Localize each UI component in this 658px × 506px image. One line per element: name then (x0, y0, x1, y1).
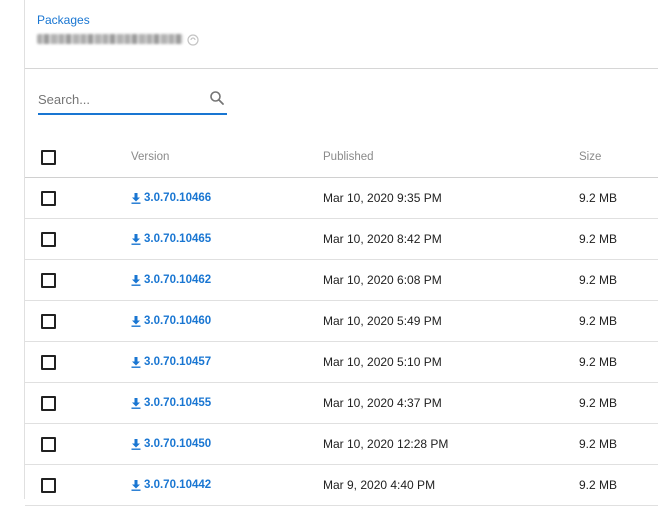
version-cell: 3.0.70.10442 (131, 465, 211, 505)
download-icon (131, 274, 141, 286)
download-icon (131, 479, 141, 491)
column-header-version[interactable]: Version (131, 136, 169, 177)
row-checkbox[interactable] (41, 478, 56, 493)
package-title (37, 32, 199, 46)
download-icon (131, 233, 141, 245)
table-row: 3.0.70.10455 Mar 10, 2020 4:37 PM 9.2 MB (25, 383, 658, 424)
version-label: 3.0.70.10442 (144, 479, 212, 491)
version-cell: 3.0.70.10466 (131, 178, 211, 218)
published-cell: Mar 10, 2020 5:10 PM (323, 355, 442, 369)
package-name-blurred (37, 34, 183, 44)
table-row: 3.0.70.10450 Mar 10, 2020 12:28 PM 9.2 MB (25, 424, 658, 465)
size-cell: 9.2 MB (579, 478, 618, 492)
version-cell: 3.0.70.10457 (131, 342, 211, 382)
page-header: Packages (25, 0, 658, 69)
published-cell: Mar 10, 2020 12:28 PM (323, 437, 449, 451)
version-cell: 3.0.70.10462 (131, 260, 211, 300)
version-download-link[interactable]: 3.0.70.10455 (131, 397, 211, 409)
search-icon[interactable] (209, 90, 225, 106)
version-label: 3.0.70.10455 (144, 397, 212, 409)
search-field[interactable] (38, 84, 227, 115)
column-header-size[interactable]: Size (579, 136, 601, 177)
size-cell: 9.2 MB (579, 273, 618, 287)
version-download-link[interactable]: 3.0.70.10460 (131, 315, 211, 327)
table-row: 3.0.70.10460 Mar 10, 2020 5:49 PM 9.2 MB (25, 301, 658, 342)
published-cell: Mar 10, 2020 9:35 PM (323, 191, 442, 205)
version-cell: 3.0.70.10460 (131, 301, 211, 341)
size-cell: 9.2 MB (579, 191, 618, 205)
table-row: 3.0.70.10457 Mar 10, 2020 5:10 PM 9.2 MB (25, 342, 658, 383)
version-cell: 3.0.70.10450 (131, 424, 211, 464)
version-label: 3.0.70.10465 (144, 233, 212, 245)
version-label: 3.0.70.10457 (144, 356, 212, 368)
version-download-link[interactable]: 3.0.70.10465 (131, 233, 211, 245)
published-cell: Mar 10, 2020 5:49 PM (323, 314, 442, 328)
size-cell: 9.2 MB (579, 355, 618, 369)
version-download-link[interactable]: 3.0.70.10450 (131, 438, 211, 450)
download-icon (131, 315, 141, 327)
select-all-checkbox[interactable] (41, 149, 56, 165)
row-checkbox[interactable] (41, 191, 56, 206)
row-checkbox[interactable] (41, 355, 56, 370)
published-cell: Mar 10, 2020 6:08 PM (323, 273, 442, 287)
table-row: 3.0.70.10465 Mar 10, 2020 8:42 PM 9.2 MB (25, 219, 658, 260)
row-checkbox[interactable] (41, 232, 56, 247)
version-download-link[interactable]: 3.0.70.10466 (131, 192, 211, 204)
published-cell: Mar 10, 2020 8:42 PM (323, 232, 442, 246)
size-cell: 9.2 MB (579, 396, 618, 410)
version-cell: 3.0.70.10465 (131, 219, 211, 259)
version-cell: 3.0.70.10455 (131, 383, 211, 423)
row-checkbox[interactable] (41, 396, 56, 411)
breadcrumb-packages[interactable]: Packages (37, 13, 90, 27)
version-download-link[interactable]: 3.0.70.10457 (131, 356, 211, 368)
table-header-row: Version Published Size (25, 136, 658, 178)
row-checkbox[interactable] (41, 273, 56, 288)
copy-icon[interactable] (187, 33, 199, 46)
download-icon (131, 438, 141, 450)
table-row: 3.0.70.10466 Mar 10, 2020 9:35 PM 9.2 MB (25, 178, 658, 219)
size-cell: 9.2 MB (579, 314, 618, 328)
download-icon (131, 192, 141, 204)
column-header-published[interactable]: Published (323, 136, 374, 177)
version-label: 3.0.70.10462 (144, 274, 212, 286)
size-cell: 9.2 MB (579, 232, 618, 246)
table-row: 3.0.70.10462 Mar 10, 2020 6:08 PM 9.2 MB (25, 260, 658, 301)
download-icon (131, 397, 141, 409)
row-checkbox[interactable] (41, 437, 56, 452)
size-cell: 9.2 MB (579, 437, 618, 451)
download-icon (131, 356, 141, 368)
version-download-link[interactable]: 3.0.70.10442 (131, 479, 211, 491)
version-label: 3.0.70.10466 (144, 192, 212, 204)
row-checkbox[interactable] (41, 314, 56, 329)
published-cell: Mar 9, 2020 4:40 PM (323, 478, 436, 492)
table-row: 3.0.70.10442 Mar 9, 2020 4:40 PM 9.2 MB (25, 465, 658, 506)
version-download-link[interactable]: 3.0.70.10462 (131, 274, 211, 286)
published-cell: Mar 10, 2020 4:37 PM (323, 396, 442, 410)
search-input[interactable] (38, 90, 198, 108)
version-label: 3.0.70.10450 (144, 438, 212, 450)
version-label: 3.0.70.10460 (144, 315, 212, 327)
packages-table: Version Published Size 3.0.70.10466 Mar 1… (25, 136, 658, 506)
